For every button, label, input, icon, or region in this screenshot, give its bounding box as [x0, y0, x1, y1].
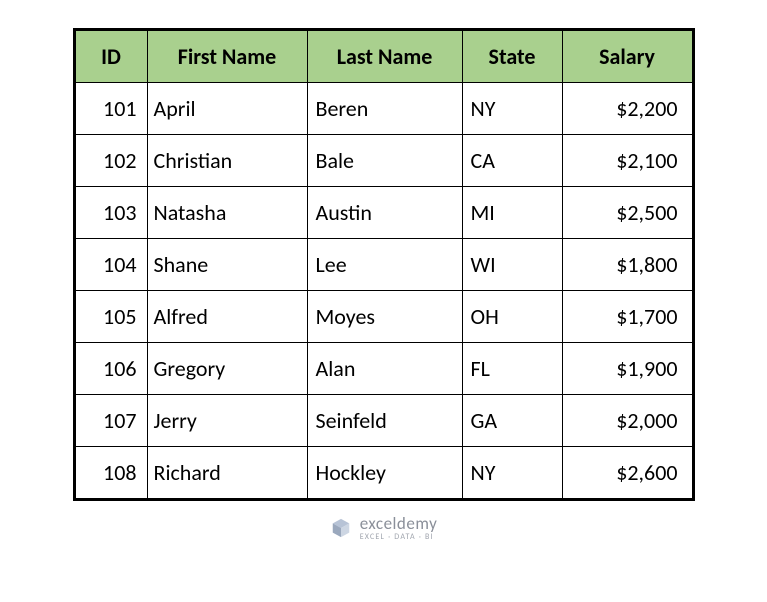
cell-state: MI	[462, 187, 562, 239]
cell-salary: $1,700	[562, 291, 692, 343]
footer-tagline: EXCEL · DATA · BI	[360, 533, 438, 541]
cell-first-name: Richard	[147, 447, 307, 499]
table-row: 104 Shane Lee WI $1,800	[75, 239, 692, 291]
cell-last-name: Moyes	[307, 291, 462, 343]
data-table-container: ID First Name Last Name State Salary 101…	[73, 28, 695, 501]
cell-id: 107	[75, 395, 147, 447]
header-first-name: First Name	[147, 31, 307, 83]
cell-salary: $2,000	[562, 395, 692, 447]
cell-salary: $2,600	[562, 447, 692, 499]
cell-first-name: Shane	[147, 239, 307, 291]
footer-branding: exceldemy EXCEL · DATA · BI	[330, 515, 438, 541]
cell-last-name: Lee	[307, 239, 462, 291]
cube-icon	[330, 517, 352, 539]
cell-last-name: Hockley	[307, 447, 462, 499]
table-header-row: ID First Name Last Name State Salary	[75, 31, 692, 83]
table-row: 101 April Beren NY $2,200	[75, 83, 692, 135]
table-row: 107 Jerry Seinfeld GA $2,000	[75, 395, 692, 447]
header-last-name: Last Name	[307, 31, 462, 83]
cell-state: NY	[462, 83, 562, 135]
cell-last-name: Bale	[307, 135, 462, 187]
cell-state: WI	[462, 239, 562, 291]
cell-state: CA	[462, 135, 562, 187]
cell-id: 101	[75, 83, 147, 135]
cell-id: 108	[75, 447, 147, 499]
table-row: 102 Christian Bale CA $2,100	[75, 135, 692, 187]
footer-text: exceldemy EXCEL · DATA · BI	[360, 515, 438, 541]
cell-id: 105	[75, 291, 147, 343]
header-salary: Salary	[562, 31, 692, 83]
cell-last-name: Seinfeld	[307, 395, 462, 447]
cell-last-name: Alan	[307, 343, 462, 395]
cell-id: 103	[75, 187, 147, 239]
cell-salary: $1,800	[562, 239, 692, 291]
table-row: 105 Alfred Moyes OH $1,700	[75, 291, 692, 343]
table-row: 103 Natasha Austin MI $2,500	[75, 187, 692, 239]
table-body: 101 April Beren NY $2,200 102 Christian …	[75, 83, 692, 499]
table-row: 108 Richard Hockley NY $2,600	[75, 447, 692, 499]
cell-salary: $2,200	[562, 83, 692, 135]
cell-id: 102	[75, 135, 147, 187]
cell-state: FL	[462, 343, 562, 395]
cell-first-name: Alfred	[147, 291, 307, 343]
header-id: ID	[75, 31, 147, 83]
cell-salary: $2,100	[562, 135, 692, 187]
cell-first-name: Natasha	[147, 187, 307, 239]
cell-state: NY	[462, 447, 562, 499]
cell-last-name: Beren	[307, 83, 462, 135]
cell-salary: $1,900	[562, 343, 692, 395]
data-table: ID First Name Last Name State Salary 101…	[75, 30, 693, 499]
cell-state: OH	[462, 291, 562, 343]
table-row: 106 Gregory Alan FL $1,900	[75, 343, 692, 395]
cell-id: 104	[75, 239, 147, 291]
cell-id: 106	[75, 343, 147, 395]
cell-first-name: Christian	[147, 135, 307, 187]
cell-first-name: Gregory	[147, 343, 307, 395]
footer-brand-name: exceldemy	[360, 515, 438, 533]
cell-salary: $2,500	[562, 187, 692, 239]
cell-first-name: Jerry	[147, 395, 307, 447]
cell-last-name: Austin	[307, 187, 462, 239]
header-state: State	[462, 31, 562, 83]
cell-state: GA	[462, 395, 562, 447]
cell-first-name: April	[147, 83, 307, 135]
